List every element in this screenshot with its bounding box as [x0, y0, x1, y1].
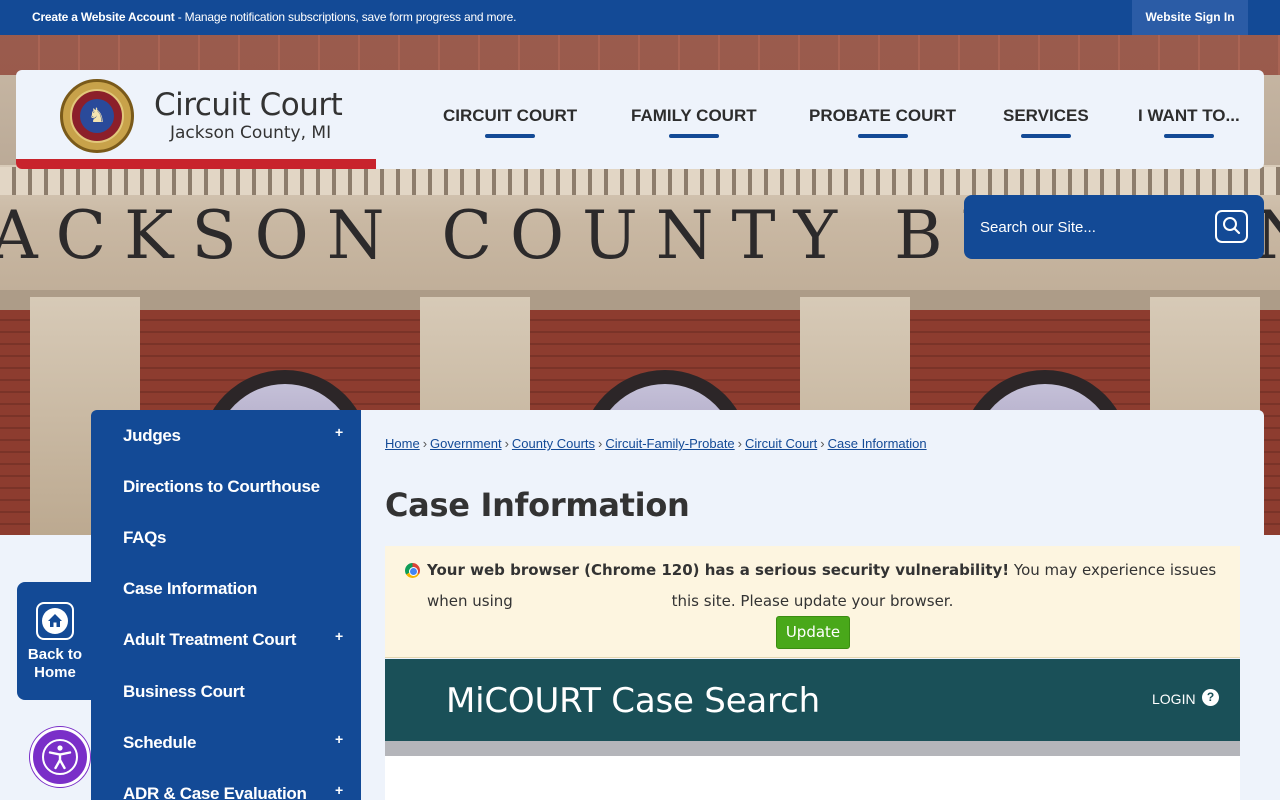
hero-brick-top	[0, 35, 1280, 75]
breadcrumb-circuit-court[interactable]: Circuit Court	[745, 436, 817, 451]
breadcrumb-separator: ›	[598, 436, 603, 451]
nav-underline	[1163, 134, 1214, 138]
nav-circuit-court[interactable]: CIRCUIT COURT	[443, 106, 577, 138]
search-icon	[1223, 217, 1241, 235]
nav-label: FAMILY COURT	[631, 106, 757, 125]
nav-underline	[857, 134, 908, 138]
breadcrumb-case-information[interactable]: Case Information	[828, 436, 927, 451]
horse-icon: ♞	[80, 99, 114, 133]
browser-update-banner: Your web browser (Chrome 120) has a seri…	[385, 546, 1240, 658]
site-search	[964, 195, 1264, 259]
nav-underline	[668, 134, 719, 138]
micourt-title: MiCOURT Case Search	[446, 681, 820, 721]
sidebar-item-business-court[interactable]: Business Court	[91, 666, 361, 717]
sidebar-item-adr-case-evaluation[interactable]: ADR & Case Evaluation +	[91, 768, 361, 800]
county-seal-logo[interactable]: ♞	[60, 79, 134, 153]
help-icon[interactable]: ?	[1202, 689, 1219, 706]
create-account-desc: - Manage notification subscriptions, sav…	[174, 10, 517, 24]
micourt-body	[385, 756, 1240, 800]
breadcrumb-separator: ›	[422, 436, 428, 451]
main-content: Home › Government › County Courts › Circuit-Fa…	[361, 410, 1264, 800]
hero-ledge	[0, 290, 1280, 310]
site-title[interactable]: Circuit Court	[154, 87, 343, 123]
create-account-link[interactable]: Create a Website Account	[32, 10, 175, 24]
breadcrumb-separator: ›	[504, 436, 509, 451]
sidebar-item-case-information[interactable]: Case Information	[91, 563, 361, 614]
micourt-divider-bar	[385, 741, 1240, 756]
breadcrumb-separator: ›	[820, 436, 825, 451]
accessibility-widget-button[interactable]	[30, 727, 90, 787]
nav-label: CIRCUIT COURT	[443, 106, 578, 125]
hero-dentils	[0, 167, 1280, 195]
nav-label: SERVICES	[1003, 106, 1089, 125]
sidebar-item-schedule[interactable]: Schedule +	[91, 717, 361, 768]
sidebar-item-label: Schedule	[123, 733, 197, 752]
sidebar-item-label: Business Court	[123, 682, 245, 701]
breadcrumb: Home › Government › County Courts › Circuit-Fa…	[385, 436, 927, 451]
back-to-home-label: Back to Home	[17, 646, 93, 682]
sidebar-item-label: Case Information	[123, 579, 258, 598]
nav-services[interactable]: SERVICES	[1003, 106, 1089, 138]
header-accent-line	[16, 159, 376, 169]
nav-label: PROBATE COURT	[809, 106, 957, 125]
page-title: Case Information	[385, 486, 690, 524]
expand-icon[interactable]: +	[335, 782, 343, 798]
breadcrumb-circuit-family-probate[interactable]: Circuit-Family-Probate	[605, 436, 734, 451]
back-to-home-line2: Home	[34, 664, 76, 681]
nav-underline	[485, 134, 536, 138]
nav-i-want-to[interactable]: I WANT TO...	[1138, 106, 1240, 138]
update-browser-button[interactable]: Update	[776, 616, 850, 649]
sidebar-item-directions[interactable]: Directions to Courthouse	[91, 461, 361, 512]
create-account-message[interactable]: Create a Website Account - Manage notifi…	[32, 10, 516, 24]
browser-warning-line2: this site. Please update your browser.	[671, 592, 954, 610]
site-subtitle: Jackson County, MI	[170, 123, 332, 143]
website-sign-in-button[interactable]: Website Sign In	[1132, 0, 1248, 35]
seal-ring: ♞	[70, 89, 124, 143]
browser-warning-bold: Your web browser (Chrome 120) has a seri…	[427, 561, 1010, 579]
nav-family-court[interactable]: FAMILY COURT	[631, 106, 757, 138]
sidebar-item-label: Directions to Courthouse	[123, 477, 320, 496]
site-header: ♞ Circuit Court Jackson County, MI CIRCU…	[16, 70, 1264, 169]
sidebar-item-faqs[interactable]: FAQs	[91, 512, 361, 563]
nav-label: I WANT TO...	[1138, 106, 1240, 125]
breadcrumb-county-courts[interactable]: County Courts	[512, 436, 595, 451]
sidebar-item-label: FAQs	[123, 528, 167, 547]
sidebar-item-label: Adult Treatment Court	[123, 630, 297, 649]
sidebar-item-label: ADR & Case Evaluation	[123, 784, 307, 800]
sidebar-item-label: Judges	[123, 426, 181, 445]
top-account-bar: Create a Website Account - Manage notifi…	[0, 0, 1280, 35]
search-button[interactable]	[1215, 210, 1248, 243]
accessibility-icon	[42, 739, 78, 775]
expand-icon[interactable]: +	[335, 731, 343, 747]
home-icon	[36, 602, 74, 640]
micourt-login-link[interactable]: LOGIN	[1152, 691, 1196, 707]
breadcrumb-separator: ›	[737, 436, 743, 451]
nav-probate-court[interactable]: PROBATE COURT	[809, 106, 956, 138]
breadcrumb-home[interactable]: Home	[385, 436, 420, 451]
search-input[interactable]	[980, 211, 1200, 243]
sidebar-nav: Judges + Directions to Courthouse FAQs Ca…	[91, 410, 361, 800]
sidebar-item-adult-treatment-court[interactable]: Adult Treatment Court +	[91, 614, 361, 665]
sidebar-item-judges[interactable]: Judges +	[91, 410, 361, 461]
back-to-home-line1: Back to	[27, 646, 83, 663]
expand-icon[interactable]: +	[335, 628, 343, 644]
nav-underline	[1020, 134, 1071, 138]
micourt-header: MiCOURT Case Search LOGIN ?	[385, 659, 1240, 741]
breadcrumb-government[interactable]: Government	[430, 436, 502, 451]
back-to-home-button[interactable]: Back to Home	[17, 582, 93, 700]
expand-icon[interactable]: +	[335, 424, 343, 440]
